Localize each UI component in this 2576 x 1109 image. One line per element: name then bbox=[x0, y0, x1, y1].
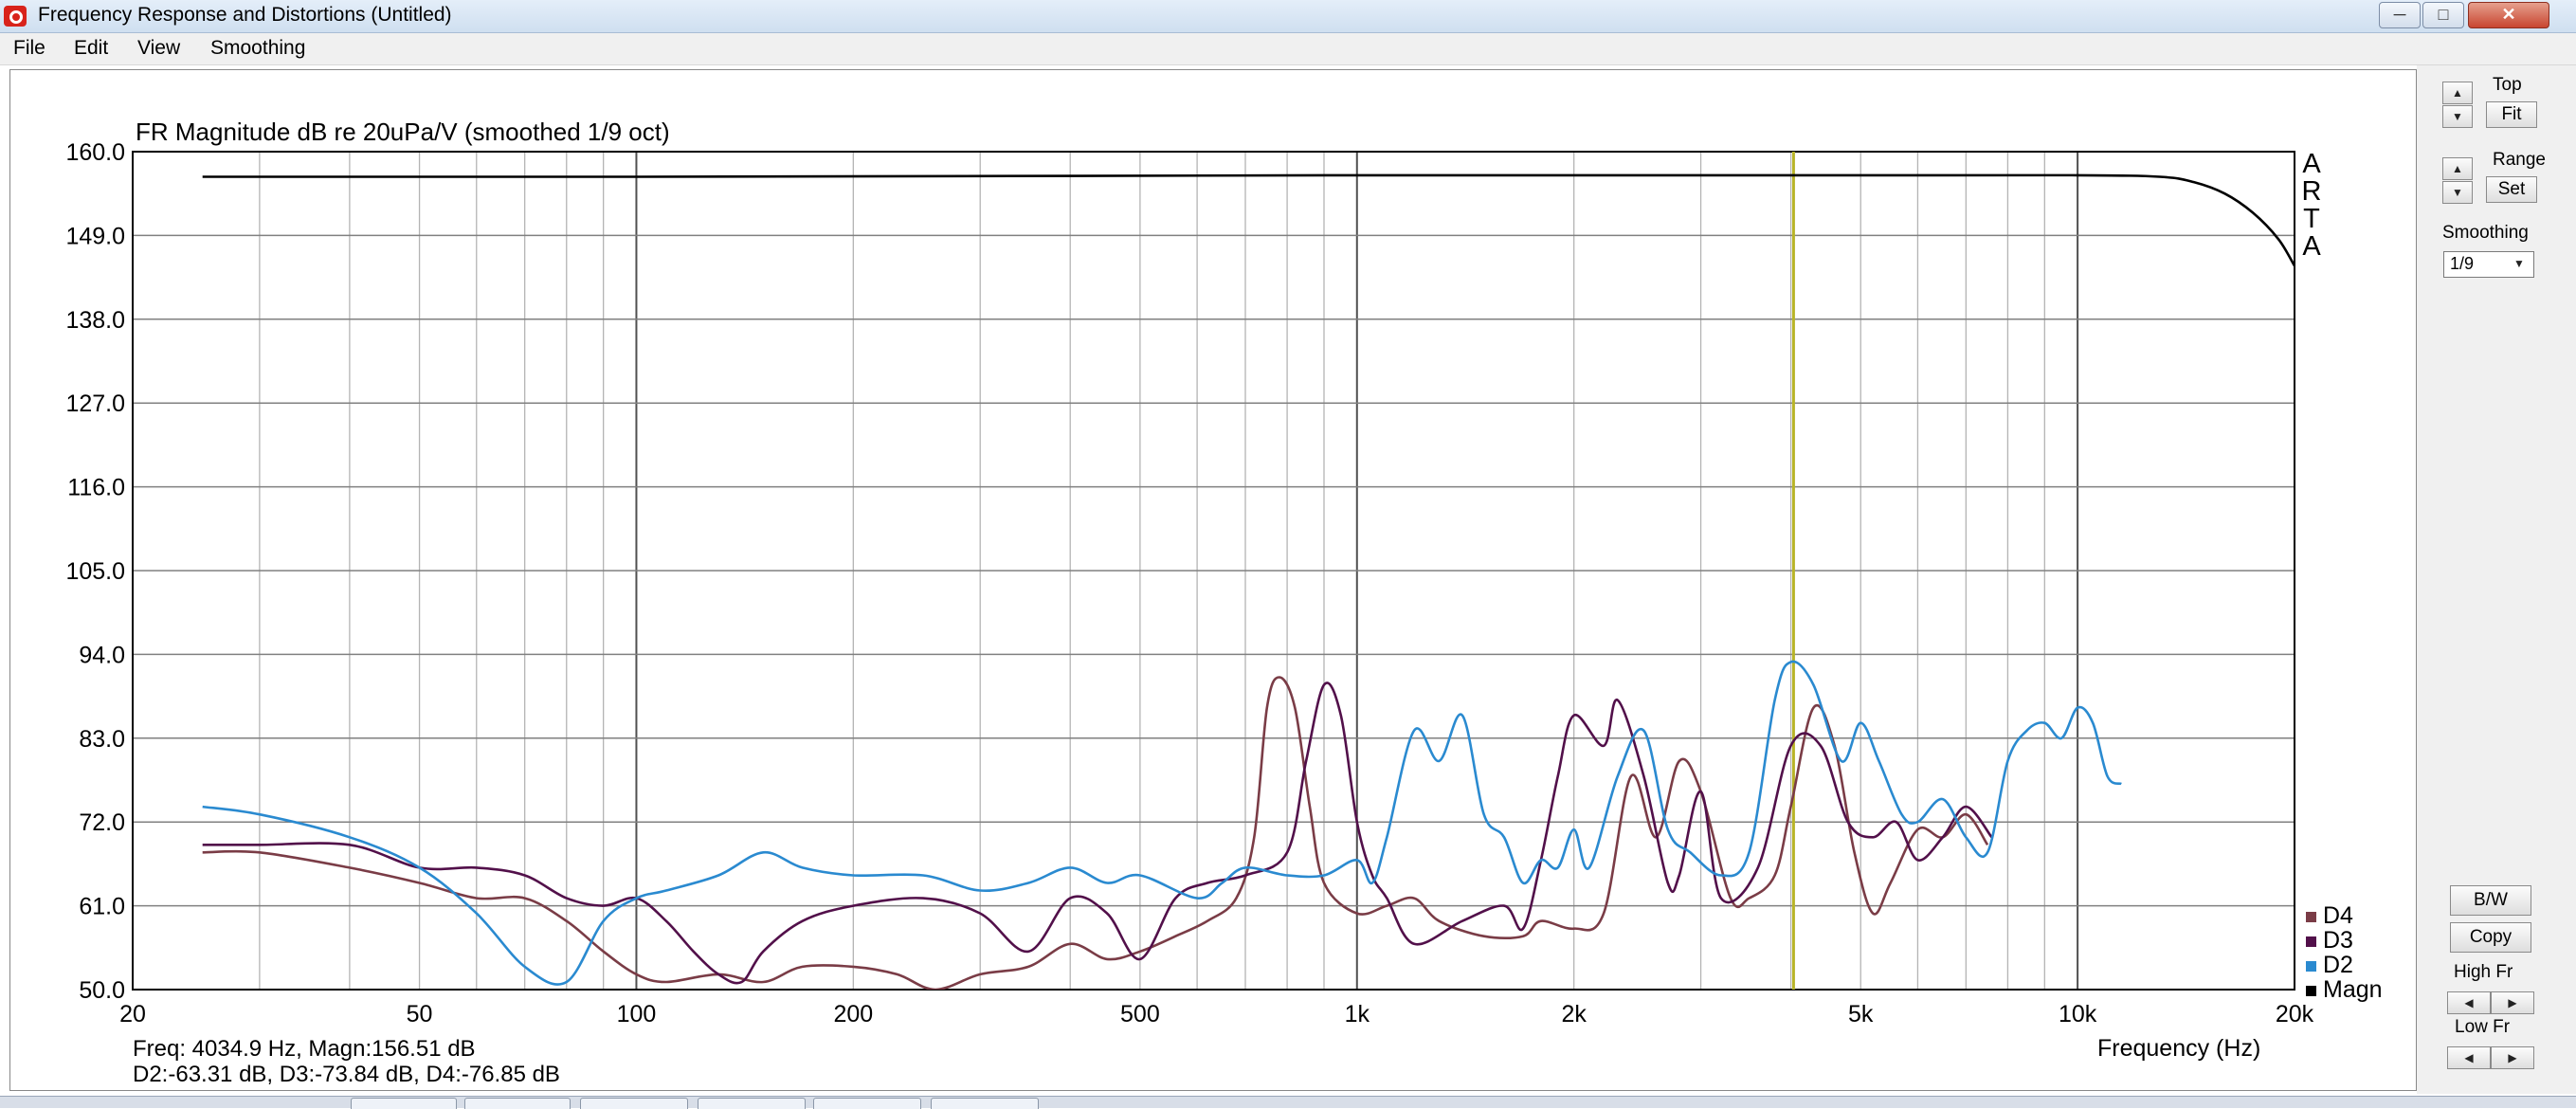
app-icon bbox=[4, 6, 27, 27]
copy-button[interactable]: Copy bbox=[2450, 922, 2531, 953]
watermark-letter: R bbox=[2302, 176, 2322, 207]
title-bar: Frequency Response and Distortions (Unti… bbox=[0, 0, 2576, 33]
legend-swatch bbox=[2306, 936, 2316, 947]
arta-watermark: ARTA bbox=[2302, 149, 2322, 262]
minimize-button[interactable]: ─ bbox=[2379, 2, 2421, 28]
x-tick-label: 10k bbox=[2059, 1001, 2097, 1027]
top-down-arrow-button[interactable]: ▼ bbox=[2442, 105, 2473, 128]
taskbar-button[interactable] bbox=[931, 1098, 1039, 1109]
legend-label: Magn bbox=[2323, 976, 2383, 1003]
high-fr-left-button[interactable]: ◀ bbox=[2447, 991, 2491, 1014]
legend-swatch bbox=[2306, 986, 2316, 996]
menu-file[interactable]: File bbox=[13, 37, 45, 60]
watermark-letter: A bbox=[2302, 149, 2321, 179]
low-fr-right-button[interactable]: ▶ bbox=[2491, 1046, 2534, 1069]
fit-button[interactable]: Fit bbox=[2486, 101, 2537, 128]
chart-title: FR Magnitude dB re 20uPa/V (smoothed 1/9… bbox=[136, 118, 670, 146]
watermark-letter: A bbox=[2302, 231, 2321, 262]
smoothing-value: 1/9 bbox=[2450, 254, 2475, 273]
maximize-button[interactable]: □ bbox=[2422, 2, 2464, 28]
x-tick-label: 20 bbox=[119, 1001, 146, 1027]
menu-bar: File Edit View Smoothing bbox=[0, 33, 2576, 65]
taskbar-button[interactable] bbox=[464, 1098, 571, 1109]
range-up-arrow-button[interactable]: ▲ bbox=[2442, 157, 2473, 180]
series-d3-line bbox=[202, 682, 1993, 985]
grid bbox=[132, 151, 2295, 991]
bw-button[interactable]: B/W bbox=[2450, 885, 2531, 916]
low-fr-left-button[interactable]: ◀ bbox=[2447, 1046, 2491, 1069]
plot-frame[interactable]: FR Magnitude dB re 20uPa/V (smoothed 1/9… bbox=[9, 69, 2417, 1091]
close-button[interactable]: ✕ bbox=[2468, 2, 2549, 28]
taskbar-button[interactable] bbox=[698, 1098, 806, 1109]
smoothing-label: Smoothing bbox=[2442, 223, 2529, 243]
legend-swatch bbox=[2306, 961, 2316, 972]
y-tick-label: 83.0 bbox=[79, 726, 125, 753]
series-magn-line bbox=[202, 173, 2295, 267]
x-tick-label: 200 bbox=[833, 1001, 873, 1027]
smoothing-select[interactable]: 1/9 ▼ bbox=[2443, 251, 2534, 278]
chevron-down-icon[interactable]: ▼ bbox=[2507, 254, 2531, 273]
top-label: Top bbox=[2493, 75, 2522, 95]
y-tick-label: 138.0 bbox=[65, 307, 125, 334]
legend-label: D2 bbox=[2323, 952, 2353, 978]
frequency-response-chart[interactable]: FR Magnitude dB re 20uPa/V (smoothed 1/9… bbox=[10, 70, 2416, 1090]
range-down-arrow-button[interactable]: ▼ bbox=[2442, 181, 2473, 204]
x-tick-label: 2k bbox=[1561, 1001, 1587, 1027]
y-tick-label: 149.0 bbox=[65, 223, 125, 249]
x-tick-label: 1k bbox=[1345, 1001, 1370, 1027]
status-line-2: D2:-63.31 dB, D3:-73.84 dB, D4:-76.85 dB bbox=[133, 1062, 560, 1087]
y-tick-label: 72.0 bbox=[79, 809, 125, 836]
status-line-1: Freq: 4034.9 Hz, Magn:156.51 dB bbox=[133, 1036, 476, 1062]
axis-labels: 160.0 149.0 138.0 127.0 116.0 105.0 94.0 83.0 72… bbox=[65, 139, 2313, 1027]
y-tick-label: 50.0 bbox=[79, 977, 125, 1004]
x-tick-label: 100 bbox=[617, 1001, 657, 1027]
legend-label: D4 bbox=[2323, 902, 2353, 929]
control-panel: ▲ ▼ Top Fit ▲ ▼ Range Set Smoothing 1/9 … bbox=[2417, 65, 2576, 1094]
y-tick-label: 160.0 bbox=[65, 139, 125, 166]
menu-smoothing[interactable]: Smoothing bbox=[210, 37, 305, 60]
top-up-arrow-button[interactable]: ▲ bbox=[2442, 82, 2473, 104]
y-tick-label: 105.0 bbox=[65, 558, 125, 585]
taskbar bbox=[0, 1096, 2576, 1109]
range-label: Range bbox=[2493, 150, 2546, 170]
legend: D4D3D2Magn bbox=[2306, 902, 2383, 1003]
low-fr-label: Low Fr bbox=[2455, 1017, 2511, 1037]
legend-swatch bbox=[2306, 912, 2316, 922]
taskbar-button[interactable] bbox=[813, 1098, 921, 1109]
high-fr-right-button[interactable]: ▶ bbox=[2491, 991, 2534, 1014]
x-tick-label: 20k bbox=[2276, 1001, 2314, 1027]
window-title: Frequency Response and Distortions (Unti… bbox=[38, 4, 452, 26]
x-tick-label: 500 bbox=[1120, 1001, 1160, 1027]
taskbar-button[interactable] bbox=[351, 1098, 457, 1109]
x-tick-label: 50 bbox=[407, 1001, 433, 1027]
high-fr-label: High Fr bbox=[2454, 962, 2513, 982]
series-d4-line bbox=[202, 676, 1989, 990]
legend-label: D3 bbox=[2323, 927, 2353, 954]
menu-edit[interactable]: Edit bbox=[74, 37, 108, 60]
menu-view[interactable]: View bbox=[137, 37, 180, 60]
taskbar-button[interactable] bbox=[580, 1098, 688, 1109]
y-tick-label: 127.0 bbox=[65, 391, 125, 417]
y-tick-label: 61.0 bbox=[79, 894, 125, 920]
x-axis-label: Frequency (Hz) bbox=[2097, 1035, 2260, 1062]
y-tick-label: 94.0 bbox=[79, 642, 125, 668]
x-tick-label: 5k bbox=[1848, 1001, 1874, 1027]
y-tick-label: 116.0 bbox=[67, 475, 125, 501]
set-button[interactable]: Set bbox=[2486, 176, 2537, 203]
series-layer bbox=[202, 173, 2295, 990]
watermark-letter: T bbox=[2303, 204, 2320, 234]
series-d2-line bbox=[202, 660, 2122, 986]
